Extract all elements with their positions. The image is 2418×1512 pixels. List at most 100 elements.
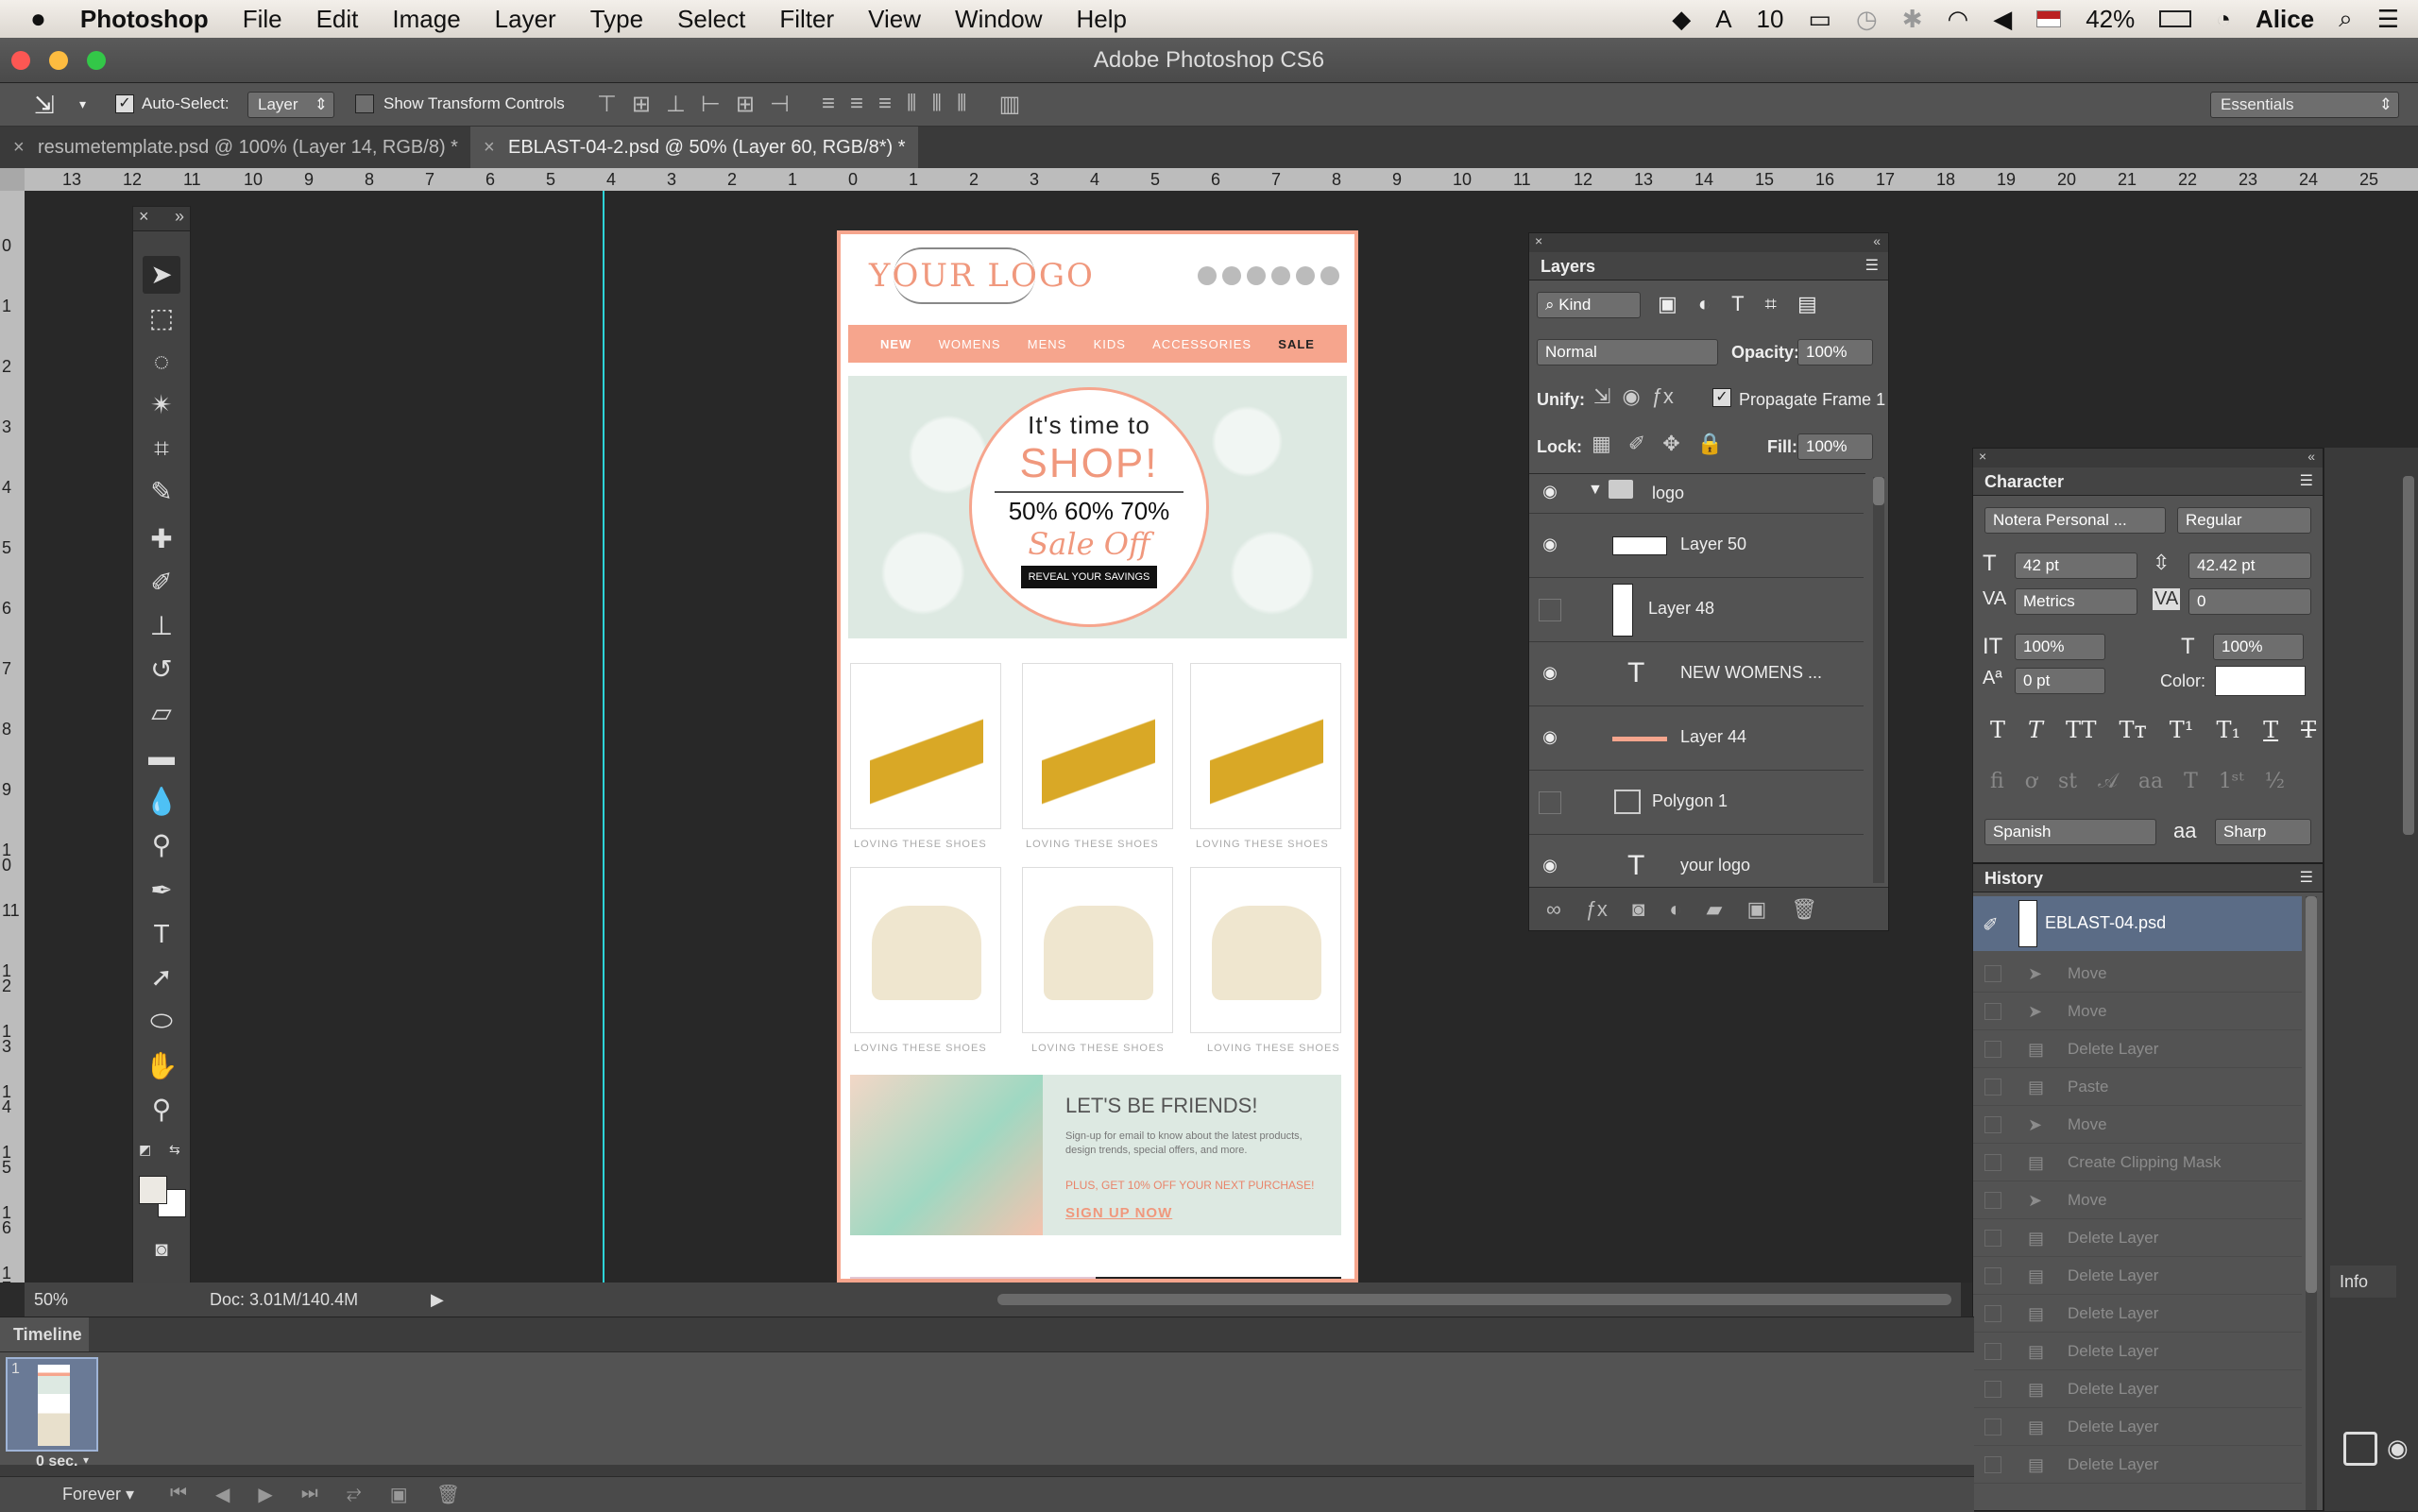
document-canvas[interactable]: YOUR LOGO NEW WOMENS MENS KIDS ACCESSORI…: [837, 230, 1358, 1283]
nav-accessories[interactable]: ACCESSORIES: [1152, 337, 1252, 351]
collapse-icon[interactable]: «: [2307, 449, 2315, 464]
marquee-tool-icon[interactable]: ⬚: [143, 299, 180, 337]
layers-scrollbar[interactable]: [1873, 477, 1884, 883]
layer-row-your-logo[interactable]: ◉ T your logo: [1529, 835, 1864, 885]
lasso-tool-icon[interactable]: ◌: [143, 343, 180, 381]
new-group-icon[interactable]: ▰: [1707, 897, 1723, 922]
preset-dropdown-icon[interactable]: ▾: [79, 96, 86, 112]
googleplus-icon[interactable]: [1320, 266, 1339, 285]
baseline-shift-field[interactable]: 0 pt: [2015, 668, 2105, 694]
history-brush-tool-icon[interactable]: ↺: [143, 651, 180, 688]
shape-tool-icon[interactable]: ⬭: [143, 1002, 180, 1040]
visibility-eye-icon[interactable]: ◉: [1539, 535, 1561, 557]
history-state-row[interactable]: ▤ Delete Layer: [1973, 1446, 2302, 1484]
instagram-icon[interactable]: [1247, 266, 1266, 285]
lock-image-icon[interactable]: ✐: [1628, 432, 1645, 456]
history-brush-source-box[interactable]: [1984, 1305, 2001, 1322]
magic-wand-tool-icon[interactable]: ✴: [143, 386, 180, 424]
brush-tool-icon[interactable]: ✐: [143, 564, 180, 602]
lock-transparent-icon[interactable]: ▦: [1592, 432, 1611, 456]
apple-icon[interactable]: ●: [30, 4, 46, 34]
eraser-tool-icon[interactable]: ▱: [143, 694, 180, 732]
nav-womens[interactable]: WOMENS: [939, 337, 1001, 351]
menu-layer[interactable]: Layer: [495, 5, 556, 34]
close-icon[interactable]: ×: [1535, 233, 1542, 248]
align-bottom-icon[interactable]: ⊥: [666, 91, 686, 118]
titling-alternates-icon[interactable]: T: [2184, 770, 2198, 793]
default-colors-icon[interactable]: ◩: [139, 1142, 151, 1158]
gradient-tool-icon[interactable]: ▬: [143, 738, 180, 775]
align-hcenter-icon[interactable]: ⊞: [736, 91, 755, 118]
layer-row-layer-50[interactable]: ◉ Layer 50: [1529, 514, 1864, 578]
distribute-left-icon[interactable]: ⦀: [907, 91, 917, 118]
battery-icon[interactable]: [2159, 10, 2192, 27]
horizontal-scrollbar[interactable]: [997, 1294, 1951, 1305]
history-brush-source-box[interactable]: [1984, 1192, 2001, 1209]
history-brush-source-box[interactable]: [1984, 1456, 2001, 1473]
history-scrollbar[interactable]: [2306, 896, 2317, 1510]
history-brush-source-box[interactable]: [1984, 1230, 2001, 1247]
history-brush-source-box[interactable]: [1984, 1343, 2001, 1360]
kind-filter-dropdown[interactable]: ⌕ Kind: [1537, 292, 1641, 318]
menu-file[interactable]: File: [243, 5, 282, 34]
visibility-eye-icon[interactable]: ◉: [1539, 482, 1561, 504]
history-state-row[interactable]: ▤ Delete Layer: [1973, 1333, 2302, 1370]
horizontal-ruler[interactable]: 13 12 11 10 9 8 7 6 5 4 3 2 1 0 1 2 3 4 5 6 7 8 9 10 11 12 13 14 15 1…: [25, 168, 2418, 191]
distribute-bottom-icon[interactable]: ≡: [878, 91, 892, 118]
notification-center-icon[interactable]: ☰: [2377, 5, 2399, 34]
spotlight-icon[interactable]: ⌕: [2339, 4, 2353, 34]
history-brush-source-box[interactable]: [1984, 1419, 2001, 1436]
flag-icon[interactable]: [2036, 10, 2062, 27]
type-tool-icon[interactable]: T: [143, 915, 180, 953]
visibility-eye-icon[interactable]: ◉: [1539, 856, 1561, 878]
superscript-icon[interactable]: T¹: [2170, 717, 2194, 743]
layer-row-layer-44[interactable]: ◉ Layer 44: [1529, 706, 1864, 771]
adjustment-layer-icon[interactable]: ◐: [1669, 897, 1681, 922]
layer-row-logo[interactable]: ◉ ▼ logo: [1529, 474, 1864, 514]
product-card[interactable]: [1022, 663, 1173, 829]
clock-icon[interactable]: ◔: [2216, 5, 2231, 34]
small-caps-icon[interactable]: Tт: [2120, 717, 2147, 743]
menu-window[interactable]: Window: [955, 5, 1042, 34]
visibility-box[interactable]: [1539, 791, 1561, 814]
tracking-field[interactable]: 0: [2188, 588, 2311, 615]
nav-kids[interactable]: KIDS: [1094, 337, 1126, 351]
product-card[interactable]: [1190, 867, 1341, 1033]
history-state-row[interactable]: ▤ Delete Layer: [1973, 1408, 2302, 1446]
history-state-row[interactable]: ▤ Delete Layer: [1973, 1257, 2302, 1295]
foreground-color-swatch[interactable]: [139, 1176, 167, 1204]
panel-menu-icon[interactable]: ☰: [2300, 868, 2313, 887]
link-layers-icon[interactable]: ∞: [1546, 897, 1561, 922]
layer-row-polygon-1[interactable]: Polygon 1: [1529, 771, 1864, 835]
history-tab[interactable]: History: [1973, 864, 2323, 892]
history-brush-source-box[interactable]: [1984, 1041, 2001, 1058]
history-brush-source-box[interactable]: [1984, 1079, 2001, 1096]
shape-filter-icon[interactable]: ⌗: [1765, 292, 1777, 316]
new-layer-icon[interactable]: ▣: [1746, 897, 1766, 922]
tween-icon[interactable]: ⥂: [347, 1483, 362, 1506]
history-brush-source-box[interactable]: [1984, 1381, 2001, 1398]
pixel-filter-icon[interactable]: ▣: [1658, 292, 1677, 316]
show-transform-checkbox[interactable]: [355, 94, 374, 113]
dodge-tool-icon[interactable]: ⚲: [143, 826, 180, 864]
add-mask-icon[interactable]: ◙: [1632, 897, 1644, 922]
visibility-eye-icon[interactable]: ◉: [1539, 663, 1561, 686]
text-color-swatch[interactable]: [2215, 666, 2306, 696]
layer-row-nav-text[interactable]: ◉ T NEW WOMENS ...: [1529, 642, 1864, 706]
auto-select-checkbox[interactable]: ✓: [115, 94, 134, 113]
history-state-row[interactable]: ▤ Create Clipping Mask: [1973, 1144, 2302, 1181]
previous-frame-icon[interactable]: ◀: [215, 1483, 230, 1506]
history-brush-source-box[interactable]: [1984, 965, 2001, 982]
adjustment-filter-icon[interactable]: ◐: [1698, 292, 1711, 316]
align-top-icon[interactable]: ⊤: [597, 91, 617, 118]
nav-sale[interactable]: SALE: [1278, 337, 1315, 351]
product-card[interactable]: [1190, 663, 1341, 829]
fill-field[interactable]: 100%: [1797, 433, 1873, 460]
history-state-row[interactable]: ▤ Delete Layer: [1973, 1295, 2302, 1333]
smart-object-filter-icon[interactable]: ▤: [1797, 292, 1817, 316]
propagate-checkbox[interactable]: ✓: [1712, 388, 1731, 407]
dropbox-icon[interactable]: ◆: [1672, 5, 1691, 34]
play-icon[interactable]: ▶: [258, 1483, 272, 1506]
vertical-ruler[interactable]: 01234567891011121314151617: [0, 191, 25, 1283]
all-caps-icon[interactable]: TT: [2066, 717, 2096, 743]
